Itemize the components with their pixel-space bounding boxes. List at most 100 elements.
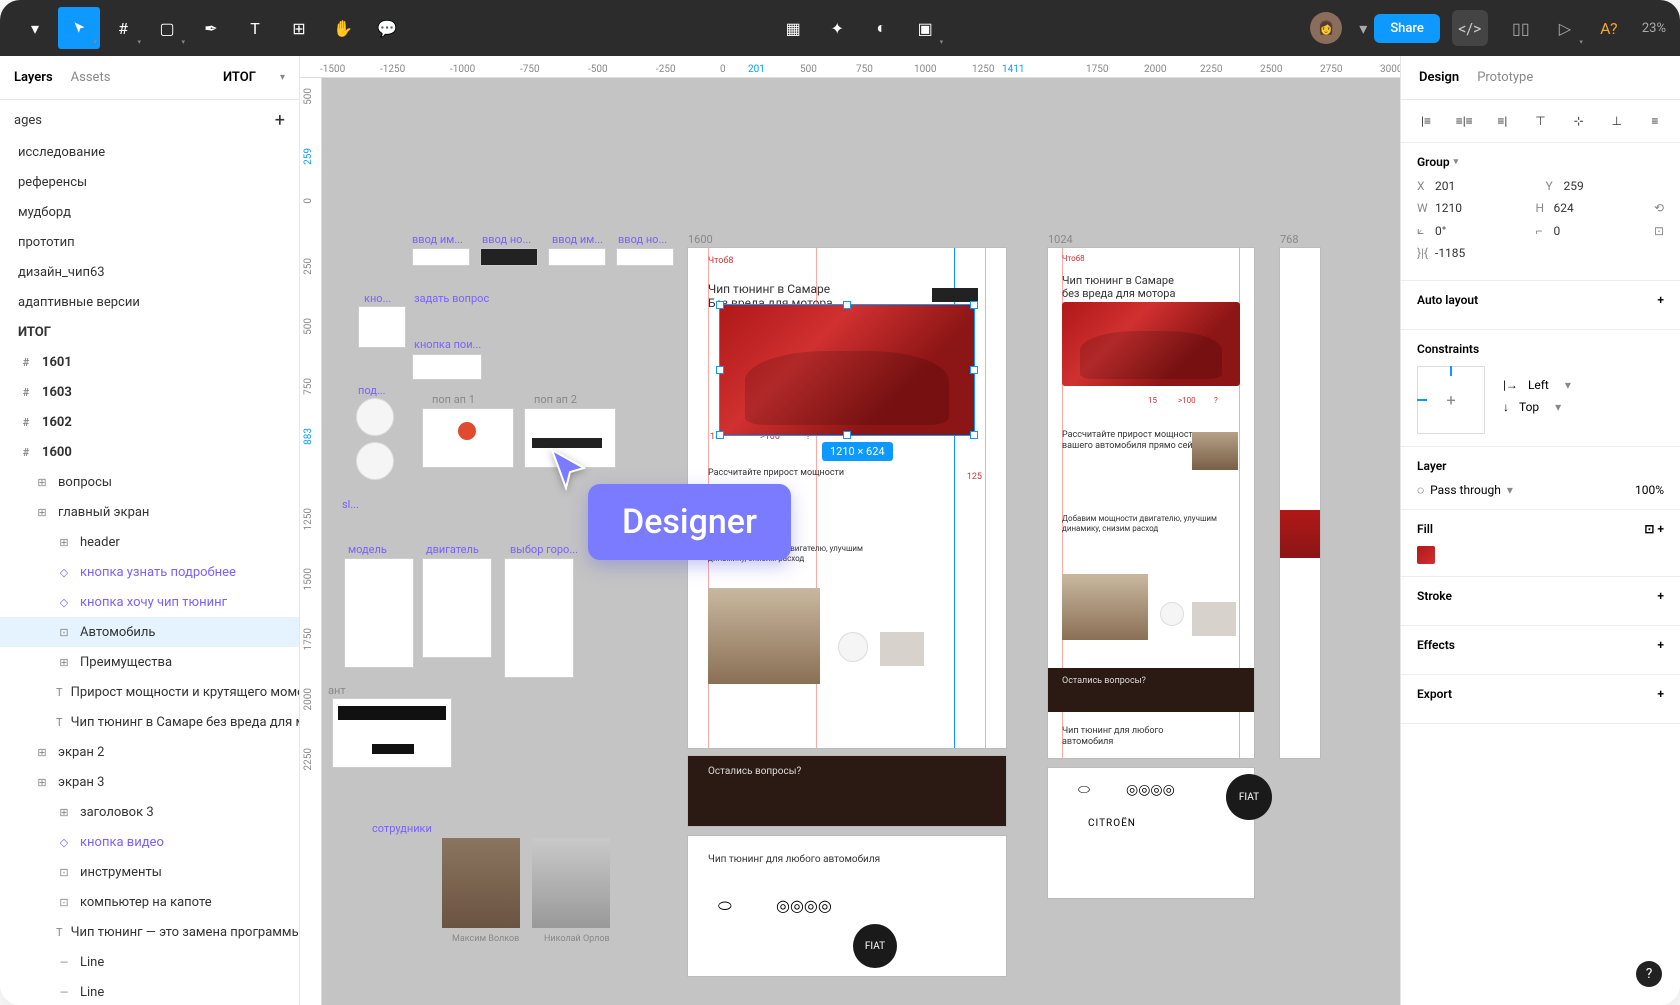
layer-item[interactable]: TЧип тюнинг в Самаре без вреда для мотор… [0, 707, 299, 737]
ruler-left: 500259025050075088312501500175020002250 [300, 78, 322, 1005]
layer-item[interactable]: #1600 [0, 437, 299, 467]
fill-header: Fill [1417, 522, 1433, 536]
move-tool[interactable]: ▾ [58, 7, 100, 49]
help-button[interactable]: ? [1636, 961, 1662, 987]
layer-item[interactable]: #1602 [0, 407, 299, 437]
page-item[interactable]: дизайн_чип63 [0, 257, 299, 287]
pages-header: ages [14, 113, 42, 128]
radius-more-icon[interactable]: ⊡ [1654, 224, 1664, 238]
layer-item[interactable]: ⊡Автомобиль [0, 617, 299, 647]
selection-box [719, 304, 975, 436]
avatar[interactable]: 👩 [1310, 12, 1342, 44]
autolayout-header[interactable]: Auto layout [1417, 293, 1478, 307]
constraint-widget[interactable]: + [1417, 366, 1485, 434]
layer-item[interactable]: —Line [0, 977, 299, 1005]
figma-menu[interactable]: ▾ [14, 7, 56, 49]
component-label: ввод но... [482, 233, 531, 246]
resources-tool[interactable]: ⊞ [278, 7, 320, 49]
align-left-icon[interactable]: |≡ [1415, 110, 1437, 132]
snap-icon[interactable]: ✦ [816, 7, 858, 49]
page-item[interactable]: ИТОГ [0, 317, 299, 347]
constraint-v[interactable]: Top [1519, 400, 1539, 414]
component-label: ввод но... [618, 233, 667, 246]
layer-item[interactable]: ⊡инструменты [0, 857, 299, 887]
prop-other[interactable]: -1185 [1435, 246, 1465, 260]
layer-item[interactable]: ⊞экран 2 [0, 737, 299, 767]
fill-swatch[interactable] [1417, 546, 1435, 564]
align-bottom-icon[interactable]: ⊥ [1606, 110, 1628, 132]
layer-item[interactable]: TЧип тюнинг — это замена программы в бло… [0, 917, 299, 947]
align-vcenter-icon[interactable]: ⊹ [1568, 110, 1590, 132]
prop-w[interactable]: 1210 [1435, 201, 1462, 215]
stroke-header: Stroke [1417, 589, 1452, 603]
layer-item[interactable]: ⊞главный экран [0, 497, 299, 527]
boolean-icon[interactable]: ▣▾ [904, 7, 946, 49]
align-hcenter-icon[interactable]: ≡|≡ [1453, 110, 1475, 132]
frame-label-1600: 1600 [688, 233, 713, 246]
layer-item[interactable]: ⊞header [0, 527, 299, 557]
ruler-top: -1500-1250-1000-750-500-2500201500750100… [300, 56, 1400, 78]
missing-font-icon[interactable]: A? [1588, 7, 1630, 49]
shape-tool[interactable]: ▢▾ [146, 7, 188, 49]
layer-header: Layer [1417, 459, 1664, 473]
layer-item[interactable]: #1601 [0, 347, 299, 377]
tab-prototype[interactable]: Prototype [1477, 70, 1533, 85]
prop-h[interactable]: 624 [1553, 201, 1573, 215]
frame-tool[interactable]: #▾ [102, 7, 144, 49]
layer-item[interactable]: ⊞экран 3 [0, 767, 299, 797]
group-header[interactable]: Group▾ [1417, 155, 1664, 169]
tab-layers[interactable]: Layers [14, 70, 53, 85]
layer-item[interactable]: ◇кнопка хочу чип тюнинг [0, 587, 299, 617]
constraints-header: Constraints [1417, 342, 1664, 356]
devmode-button[interactable]: </> [1452, 10, 1488, 46]
artboard-1024[interactable]: Чтоб8 Чип тюнинг в Самаре без вреда для … [1048, 248, 1254, 758]
page-item[interactable]: исследование [0, 137, 299, 167]
doc-title: ИТОГ [223, 70, 256, 85]
layer-item[interactable]: ◇кнопка видео [0, 827, 299, 857]
canvas[interactable]: ввод им... ввод но... ввод им... ввод но… [322, 78, 1400, 1005]
prop-y[interactable]: 259 [1564, 179, 1584, 193]
layer-item[interactable]: #1603 [0, 377, 299, 407]
lock-aspect-icon[interactable]: ⟲ [1654, 201, 1664, 215]
prop-x[interactable]: 201 [1435, 179, 1455, 193]
multiplayer-badge: Designer [588, 484, 791, 560]
layers-tree[interactable]: исследованиереференсымудбордпрототипдиза… [0, 137, 299, 1005]
blend-mode[interactable]: Pass through [1430, 483, 1501, 497]
comment-tool[interactable]: 💬 [366, 7, 408, 49]
text-tool[interactable]: T [234, 7, 276, 49]
selected-image[interactable] [720, 305, 974, 435]
page-item[interactable]: мудборд [0, 197, 299, 227]
align-more-icon[interactable]: ≡ [1644, 110, 1666, 132]
layer-item[interactable]: —Line [0, 947, 299, 977]
mask-icon[interactable]: ◐ [860, 7, 902, 49]
prop-angle[interactable]: 0° [1435, 224, 1446, 238]
layer-item[interactable]: ⊞Преимущества [0, 647, 299, 677]
tab-design[interactable]: Design [1419, 70, 1459, 85]
layer-item[interactable]: ⊞заголовок 3 [0, 797, 299, 827]
multiplayer-cursor-icon [544, 446, 592, 494]
layer-item[interactable]: TПрирост мощности и крутящего момента дл… [0, 677, 299, 707]
pen-tool[interactable]: ✒ [190, 7, 232, 49]
component-label: ввод им... [412, 233, 463, 246]
page-item[interactable]: референсы [0, 167, 299, 197]
add-page-button[interactable]: + [275, 110, 285, 131]
export-header: Export [1417, 687, 1452, 701]
pixel-grid-icon[interactable]: ▦ [772, 7, 814, 49]
opacity-value[interactable]: 100% [1635, 483, 1664, 497]
present-icon[interactable]: ▷▾ [1544, 7, 1586, 49]
tab-assets[interactable]: Assets [71, 70, 111, 85]
hand-tool[interactable]: ✋ [322, 7, 364, 49]
page-item[interactable]: адаптивные версии [0, 287, 299, 317]
zoom-level[interactable]: 23% [1642, 21, 1666, 36]
prop-radius[interactable]: 0 [1553, 224, 1560, 238]
page-item[interactable]: прототип [0, 227, 299, 257]
avatar-chevron-icon[interactable]: ▾ [1354, 7, 1372, 49]
constraint-h[interactable]: Left [1528, 378, 1549, 392]
align-right-icon[interactable]: ≡| [1491, 110, 1513, 132]
share-button[interactable]: Share [1374, 14, 1440, 43]
layer-item[interactable]: ◇кнопка узнать подробнее [0, 557, 299, 587]
align-top-icon[interactable]: ⊤ [1529, 110, 1551, 132]
layer-item[interactable]: ⊡компьютер на капоте [0, 887, 299, 917]
library-icon[interactable]: ▯▯ [1500, 7, 1542, 49]
layer-item[interactable]: ⊞вопросы [0, 467, 299, 497]
